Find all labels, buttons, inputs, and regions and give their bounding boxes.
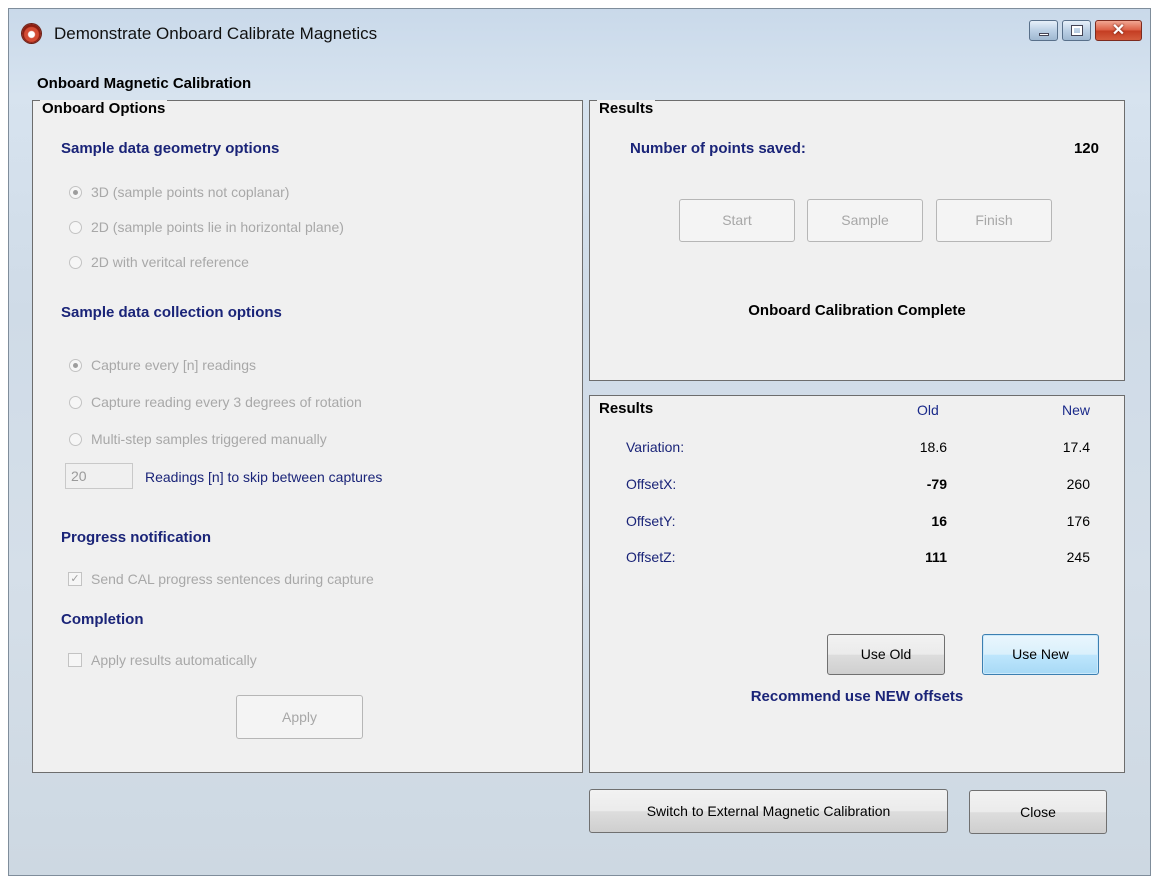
use-old-button[interactable]: Use Old [827,634,945,675]
apply-automatically-label: Apply results automatically [91,652,257,668]
points-saved-value: 120 [1073,140,1099,157]
apply-button[interactable]: Apply [236,695,363,739]
offset-z-new-value: 245 [1066,549,1090,565]
radio-2d-vertical-reference[interactable]: 2D with veritcal reference [69,254,249,270]
results-offsets-group: Results Old New Variation: 18.6 17.4 Off… [589,395,1125,773]
offset-x-label: OffsetX: [626,476,677,492]
checkbox-unchecked-icon [68,653,82,667]
radio-capture-every-n-label: Capture every [n] readings [91,357,256,373]
minimize-icon [1039,33,1049,36]
close-button[interactable]: Close [969,790,1107,834]
variation-old-value: 18.6 [919,439,947,455]
send-progress-label: Send CAL progress sentences during captu… [91,571,374,587]
offset-z-old-value: 111 [925,549,947,565]
old-column-header: Old [917,402,939,418]
radio-unselected-icon [69,432,82,446]
radio-2d-horizontal[interactable]: 2D (sample points lie in horizontal plan… [69,219,344,235]
use-new-button[interactable]: Use New [982,634,1099,675]
radio-selected-icon [69,358,82,372]
results-status-legend: Results [597,100,656,117]
offset-y-new-value: 176 [1066,513,1090,529]
collection-options-heading: Sample data collection options [61,304,282,321]
apply-automatically-checkbox[interactable]: Apply results automatically [68,652,257,668]
radio-multi-step-label: Multi-step samples triggered manually [91,431,327,447]
close-window-button[interactable]: ✕ [1095,20,1142,41]
maximize-icon [1072,26,1082,35]
radio-multi-step[interactable]: Multi-step samples triggered manually [69,431,327,447]
radio-capture-rotation[interactable]: Capture reading every 3 degrees of rotat… [69,394,362,410]
onboard-options-legend: Onboard Options [40,100,168,117]
onboard-options-group: Onboard Options Sample data geometry opt… [32,100,583,773]
radio-selected-icon [69,185,82,199]
offset-x-old-value: -79 [926,476,947,492]
radio-unselected-icon [69,255,82,269]
radio-unselected-icon [69,395,82,409]
title-bar[interactable]: Demonstrate Onboard Calibrate Magnetics … [9,9,1150,61]
start-button[interactable]: Start [679,199,795,242]
window-title: Demonstrate Onboard Calibrate Magnetics [54,24,378,43]
close-icon: ✕ [1111,22,1126,39]
send-progress-checkbox[interactable]: ✓ Send CAL progress sentences during cap… [68,571,374,587]
radio-2d-horizontal-label: 2D (sample points lie in horizontal plan… [91,219,344,235]
new-column-header: New [1062,402,1091,418]
points-saved-label: Number of points saved: [630,140,806,157]
offset-y-old-value: 16 [931,513,947,529]
radio-capture-every-n[interactable]: Capture every [n] readings [69,357,256,373]
radio-3d[interactable]: 3D (sample points not coplanar) [69,184,289,200]
minimize-button[interactable] [1029,20,1058,41]
radio-2d-vertical-reference-label: 2D with veritcal reference [91,254,249,270]
results-offsets-legend: Results [597,400,656,417]
sample-button[interactable]: Sample [807,199,923,242]
offset-y-label: OffsetY: [626,513,676,529]
completion-heading: Completion [61,611,144,628]
offset-x-new-value: 260 [1066,476,1090,492]
variation-label: Variation: [626,439,685,455]
offset-z-label: OffsetZ: [626,549,676,565]
radio-capture-rotation-label: Capture reading every 3 degrees of rotat… [91,394,362,410]
radio-3d-label: 3D (sample points not coplanar) [91,184,290,200]
progress-notification-heading: Progress notification [61,529,212,546]
finish-button[interactable]: Finish [936,199,1052,242]
calibration-status: Onboard Calibration Complete [748,302,966,319]
checkbox-checked-icon: ✓ [68,572,82,586]
window-controls: ✕ [1029,20,1142,41]
app-logo-icon [22,24,41,43]
variation-new-value: 17.4 [1062,439,1090,455]
results-status-group: Results Number of points saved: 120 Star… [589,100,1125,381]
maximize-button[interactable] [1062,20,1091,41]
switch-external-calibration-button[interactable]: Switch to External Magnetic Calibration [589,789,948,833]
main-window: Demonstrate Onboard Calibrate Magnetics … [8,8,1151,876]
radio-unselected-icon [69,220,82,234]
skip-readings-input[interactable]: 20 [65,463,133,489]
geometry-options-heading: Sample data geometry options [61,140,280,157]
skip-readings-label: Readings [n] to skip between captures [145,469,383,485]
recommendation-text: Recommend use NEW offsets [750,688,964,705]
form-title: Onboard Magnetic Calibration [37,75,252,92]
